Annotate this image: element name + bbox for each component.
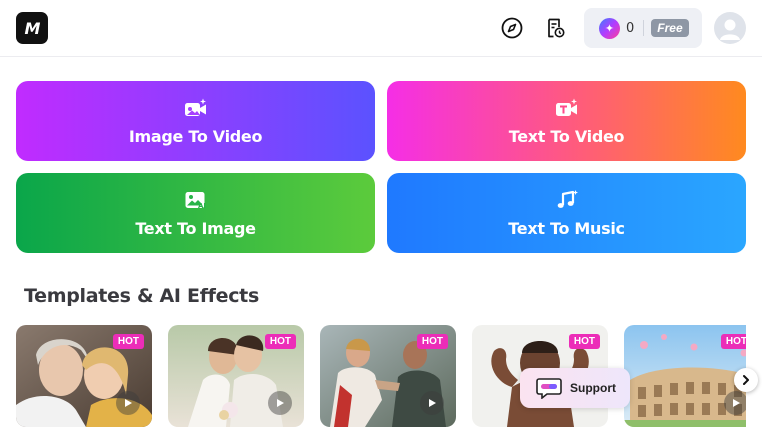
feature-label: Text To Image — [135, 218, 256, 238]
template-card-fighters[interactable]: HOT — [320, 325, 456, 427]
text-to-image-button[interactable]: AI Text To Image — [16, 173, 375, 253]
divider — [643, 20, 645, 36]
ai-image-icon: AI — [183, 189, 209, 211]
explore-compass-icon[interactable] — [500, 16, 524, 40]
top-bar: M ✦ 0 Free — [0, 0, 762, 57]
text-to-music-button[interactable]: Text To Music — [387, 173, 746, 253]
template-carousel: HOT HOT HOT HOT HOT — [16, 325, 746, 432]
plan-badge: Free — [651, 19, 689, 37]
camera-video-icon — [183, 97, 209, 119]
image-to-video-button[interactable]: Image To Video — [16, 81, 375, 161]
support-button[interactable]: Support — [520, 368, 630, 408]
history-document-icon[interactable] — [543, 16, 567, 40]
credit-count: 0 — [626, 20, 635, 36]
user-avatar[interactable] — [714, 12, 746, 44]
play-icon — [116, 391, 140, 415]
hot-badge: HOT — [568, 334, 600, 349]
carousel-next-chevron-icon[interactable] — [734, 368, 758, 392]
credits-button[interactable]: ✦ 0 Free — [584, 8, 702, 48]
play-icon — [724, 391, 746, 415]
feature-label: Text To Video — [508, 126, 625, 146]
feature-label: Image To Video — [128, 126, 263, 146]
hot-badge: HOT — [720, 334, 746, 349]
app-logo[interactable]: M — [16, 12, 48, 44]
music-note-icon — [554, 189, 580, 211]
hot-badge: HOT — [264, 334, 296, 349]
text-to-video-button[interactable]: Text To Video — [387, 81, 746, 161]
feature-label: Text To Music — [508, 218, 625, 238]
template-card-colosseum[interactable]: HOT — [624, 325, 746, 427]
play-icon — [268, 391, 292, 415]
section-title: Templates & AI Effects — [24, 285, 259, 307]
template-card-wedding[interactable]: HOT — [168, 325, 304, 427]
hot-badge: HOT — [416, 334, 448, 349]
text-video-icon — [554, 97, 580, 119]
svg-text:AI: AI — [198, 202, 206, 210]
hot-badge: HOT — [112, 334, 144, 349]
sparkle-icon: ✦ — [599, 17, 620, 39]
template-card-hug[interactable]: HOT — [16, 325, 152, 427]
play-icon — [420, 391, 444, 415]
support-label: Support — [570, 381, 616, 395]
chat-bubble-icon — [536, 377, 562, 400]
